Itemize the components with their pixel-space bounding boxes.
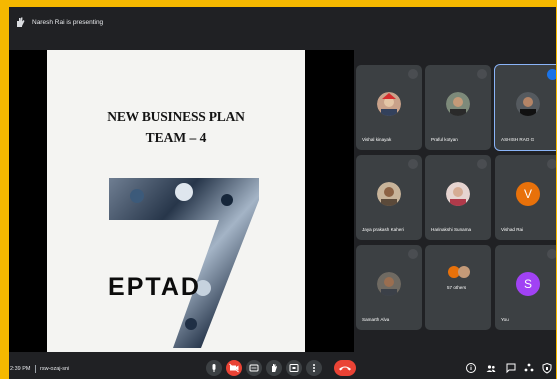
hand-presenter-icon [17, 17, 25, 27]
participant-tile[interactable]: V Vishad Rai [495, 155, 556, 240]
participant-name: Vishad Rai [501, 227, 524, 232]
clock-time: 2:39 PM [10, 366, 31, 372]
mic-button[interactable] [206, 360, 222, 376]
meet-window: Naresh Rai is presenting NEW BUSINESS PL… [9, 7, 556, 379]
avatar [377, 92, 401, 116]
camera-off-icon [229, 363, 239, 373]
avatar [446, 92, 470, 116]
avatar [446, 182, 470, 206]
mic-off-icon [408, 69, 418, 79]
others-tile[interactable]: 57 others [425, 245, 491, 330]
slide-subtitle: TEAM – 4 [145, 130, 207, 145]
mic-off-icon [547, 249, 556, 259]
participant-name: ASHISH RAO G [501, 137, 535, 142]
mic-off-icon [477, 159, 487, 169]
chat-button[interactable] [505, 362, 517, 374]
self-tile[interactable]: S You [495, 245, 556, 330]
shield-lock-icon [542, 362, 552, 374]
speaking-indicator-icon [547, 69, 556, 80]
info-icon [466, 363, 476, 373]
activities-icon [524, 363, 534, 372]
avatar [516, 92, 540, 116]
leave-call-button[interactable] [334, 360, 356, 376]
captions-button[interactable] [246, 360, 262, 376]
chat-icon [506, 363, 516, 374]
participant-tile[interactable]: Vishal kinayak [356, 65, 422, 150]
letter-avatar: S [516, 272, 540, 296]
presentation-slide: NEW BUSINESS PLAN TEAM – 4 EPTAD [47, 50, 305, 352]
participant-tile[interactable]: Harinakshi Sunama [425, 155, 491, 240]
mic-off-icon [408, 249, 418, 259]
presenting-label: Naresh Rai is presenting [32, 18, 104, 26]
participant-name: Samarth Alva [362, 317, 390, 322]
group-avatars-icon [448, 266, 470, 278]
host-controls-button[interactable] [541, 362, 553, 374]
presenting-bar: Naresh Rai is presenting [9, 7, 556, 37]
participant-tile[interactable]: Jaya prakash Kaheri [356, 155, 422, 240]
letter-avatar: V [516, 182, 540, 206]
more-vert-icon [313, 364, 315, 372]
camera-button[interactable] [226, 360, 242, 376]
participant-name: Harinakshi Sunama [431, 227, 472, 232]
mic-off-icon [547, 159, 556, 169]
participant-tile-active[interactable]: ASHISH RAO G [494, 64, 556, 151]
heptad-logo: HEPTAD [109, 178, 259, 348]
participant-name: Vishal kinayak [362, 137, 392, 142]
logo-text: HEPTAD [109, 273, 201, 301]
hand-icon [272, 364, 277, 372]
raise-hand-button[interactable] [266, 360, 282, 376]
avatar [377, 182, 401, 206]
control-bar: 2:39 PM rsw-ozaj-sni 65 [9, 357, 556, 379]
info-button[interactable] [465, 362, 477, 374]
people-button[interactable]: 65 [485, 362, 497, 374]
activities-button[interactable] [523, 362, 535, 374]
meeting-code: rsw-ozaj-sni [40, 366, 70, 372]
avatar [377, 272, 401, 296]
participant-name: Praful kotyan [431, 137, 458, 142]
people-icon [486, 365, 496, 372]
mic-icon [212, 364, 216, 372]
captions-icon [249, 364, 259, 372]
participant-tile[interactable]: Praful kotyan [425, 65, 491, 150]
present-button[interactable] [286, 360, 302, 376]
mic-off-icon [408, 159, 418, 169]
slide-title: NEW BUSINESS PLAN [107, 109, 245, 124]
end-call-icon [339, 366, 351, 371]
divider [35, 365, 36, 373]
participant-name: You [501, 317, 509, 322]
more-options-button[interactable] [306, 360, 322, 376]
presentation-stage[interactable]: NEW BUSINESS PLAN TEAM – 4 EPTAD [9, 50, 354, 352]
others-count: 57 others [447, 285, 467, 290]
present-screen-icon [289, 364, 299, 372]
participant-name: Jaya prakash Kaheri [362, 227, 404, 232]
participant-tile[interactable]: Samarth Alva [356, 245, 422, 330]
mic-off-icon [477, 69, 487, 79]
